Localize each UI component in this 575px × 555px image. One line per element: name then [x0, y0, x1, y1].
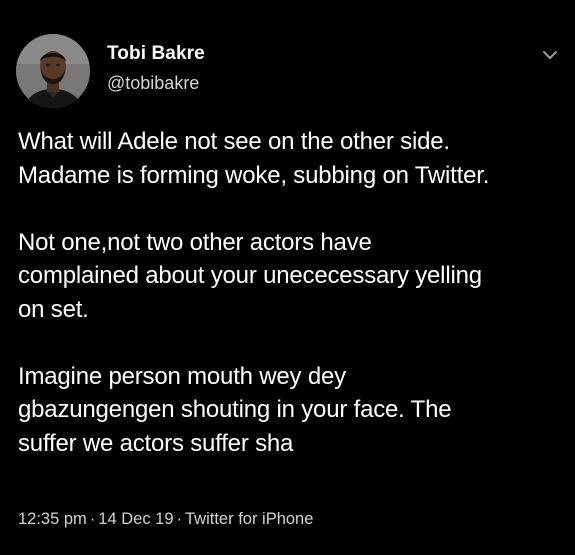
- tweet-time[interactable]: 12:35 pm: [18, 510, 87, 528]
- tweet-paragraph: What will Adele not see on the other sid…: [18, 125, 563, 192]
- tweet-text: What will Adele not see on the other sid…: [18, 125, 563, 460]
- tweet-meta: 12:35 pm · 14 Dec 19 · Twitter for iPhone: [18, 508, 313, 530]
- tweet-line: What will Adele not see on the other sid…: [18, 128, 450, 155]
- tweet-line: suffer we actors suffer sha: [18, 429, 294, 457]
- tweet-paragraph: Imagine person mouth wey dey gbazungenge…: [18, 360, 563, 461]
- tweet-line: Madame is forming woke, subbing on Twitt…: [18, 161, 490, 189]
- tweet-card: Tobi Bakre @tobibakre What will Adele no…: [0, 0, 575, 555]
- tweet-menu-button[interactable]: [539, 44, 561, 66]
- meta-separator: ·: [176, 510, 183, 528]
- tweet-source[interactable]: Twitter for iPhone: [185, 510, 313, 528]
- tweet-date[interactable]: 14 Dec 19: [98, 510, 173, 528]
- author-names: Tobi Bakre @tobibakre: [107, 42, 205, 94]
- author-handle[interactable]: @tobibakre: [107, 72, 205, 94]
- author-display-name[interactable]: Tobi Bakre: [107, 42, 205, 66]
- tweet-line: on set.: [18, 295, 89, 323]
- avatar[interactable]: [16, 34, 90, 108]
- tweet-line: Not one,not two other actors have: [18, 228, 372, 256]
- tweet-line: Imagine person mouth wey dey: [18, 362, 346, 390]
- chevron-down-icon: [543, 51, 557, 59]
- tweet-paragraph: Not one,not two other actors have compla…: [18, 226, 563, 327]
- meta-separator: ·: [89, 510, 96, 528]
- tweet-line: complained about your unececessary yelli…: [18, 262, 482, 289]
- tweet-header: Tobi Bakre @tobibakre: [16, 34, 561, 114]
- profile-photo: [16, 34, 90, 108]
- tweet-line: gbazungengen shouting in your face. The: [18, 396, 452, 423]
